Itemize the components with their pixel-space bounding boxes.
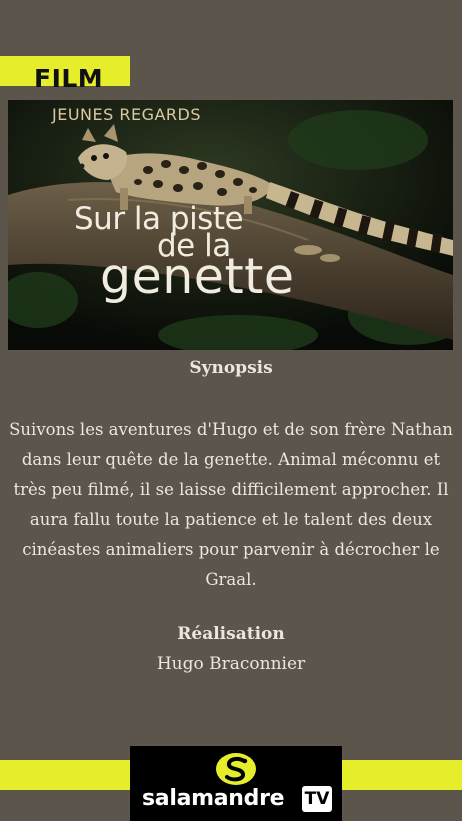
category-label: FILM	[34, 64, 104, 93]
realisation-heading: Réalisation	[177, 624, 285, 644]
salamander-s-icon	[216, 753, 256, 785]
logo-wordmark: salamandre	[142, 786, 285, 811]
salamandre-tv-logo[interactable]: salamandre TV	[130, 746, 342, 821]
director-name: Hugo Braconnier	[156, 654, 306, 674]
film-poster: JEUNES REGARDS Sur la piste de la genett…	[8, 100, 453, 350]
poster-title-line3: genette	[100, 248, 295, 305]
synopsis-heading: Synopsis	[189, 358, 273, 378]
poster-series-label: JEUNES REGARDS	[52, 105, 202, 124]
synopsis-text: Suivons les aventures d'Hugo et de son f…	[9, 420, 453, 589]
logo-tv-badge: TV	[302, 786, 332, 812]
